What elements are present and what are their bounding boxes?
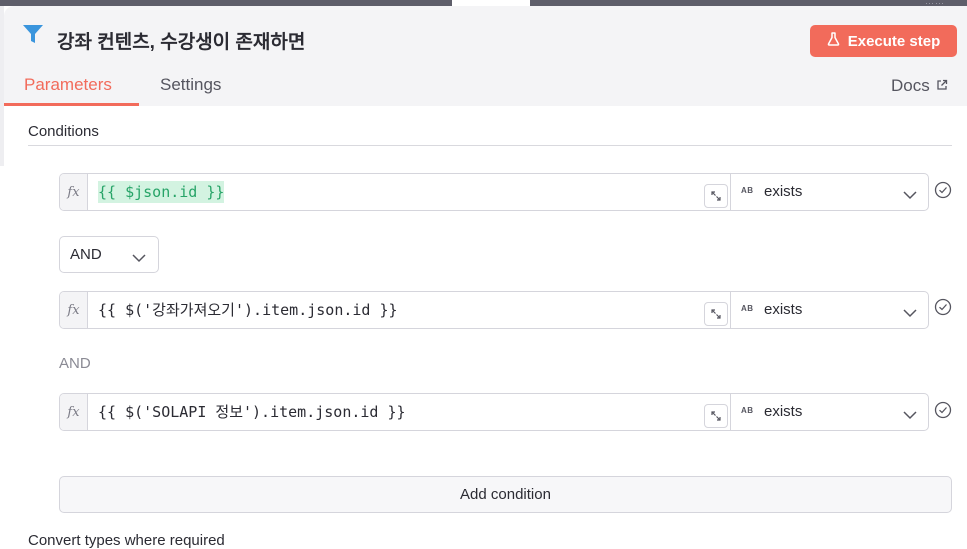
check-circle-icon[interactable] [934,298,952,321]
flask-icon [827,32,840,50]
condition-row: fx {{ $('강좌가져오기').item.json.id }} AB exi… [59,291,929,329]
fx-icon: fx [60,292,88,328]
fx-icon: fx [60,394,88,430]
expand-expression-icon[interactable] [704,404,728,428]
expression-text: {{ $json.id }} [98,181,225,203]
string-type-icon: AB [741,186,754,195]
tab-parameters[interactable]: Parameters [24,75,112,95]
expand-expression-icon[interactable] [704,184,728,208]
external-link-icon [936,76,948,96]
check-circle-icon[interactable] [934,401,952,424]
condition-expression-input[interactable]: {{ $('SOLAPI 정보').item.json.id }} [98,394,406,430]
tab-settings[interactable]: Settings [160,75,221,95]
operator-value: exists [764,301,803,318]
string-type-icon: AB [741,304,754,313]
conditions-divider [28,145,952,146]
combinator-label: AND [59,355,91,372]
chevron-down-icon [132,250,146,268]
fx-icon: fx [60,174,88,210]
execute-step-label: Execute step [847,32,941,50]
string-type-icon: AB [741,406,754,415]
combinator-value: AND [70,246,102,263]
operator-select[interactable]: AB exists [730,292,929,328]
operator-select[interactable]: AB exists [730,394,929,430]
expand-expression-icon[interactable] [704,302,728,326]
add-condition-button[interactable]: Add condition [59,476,952,513]
check-circle-icon[interactable] [934,181,952,204]
condition-row: fx {{ $('SOLAPI 정보').item.json.id }} AB … [59,393,929,431]
filter-icon [22,23,44,50]
condition-expression-input[interactable]: {{ $json.id }} [98,174,225,210]
convert-types-label: Convert types where required [28,532,225,549]
execute-step-button[interactable]: Execute step [810,25,957,57]
docs-link[interactable]: Docs [891,76,948,96]
docs-label: Docs [891,76,930,95]
node-title: 강좌 컨텐츠, 수강생이 존재하면 [57,32,306,53]
condition-row: fx {{ $json.id }} AB exists [59,173,929,211]
expression-text: {{ $('SOLAPI 정보').item.json.id }} [98,403,406,421]
operator-select[interactable]: AB exists [730,174,929,210]
chevron-down-icon [903,187,917,205]
condition-expression-input[interactable]: {{ $('강좌가져오기').item.json.id }} [98,292,398,328]
operator-value: exists [764,183,803,200]
chevron-down-icon [903,407,917,425]
chevron-down-icon [903,305,917,323]
combinator-select[interactable]: AND [59,236,159,273]
expression-text: {{ $('강좌가져오기').item.json.id }} [98,301,398,319]
conditions-heading: Conditions [28,123,99,140]
operator-value: exists [764,403,803,420]
